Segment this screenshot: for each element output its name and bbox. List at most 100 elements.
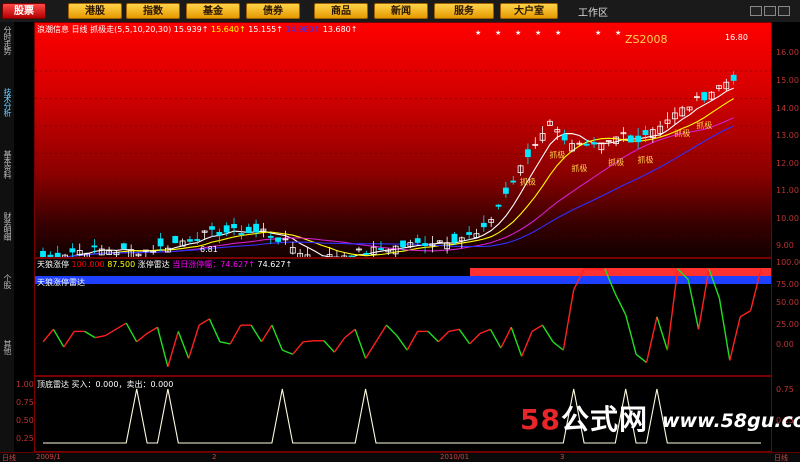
radar-segment (333, 337, 346, 353)
candle-body (238, 233, 245, 235)
left-axis-tick: 0.25 (16, 434, 34, 443)
candle-body (642, 130, 649, 136)
radar-segment (260, 324, 273, 343)
candle-body (120, 243, 127, 249)
limit-up-radar-panel[interactable]: 天狼涨停 100.000 87.500 涨停雷达 当日涨停幅：74.627↑ 7… (34, 258, 772, 376)
radar-segment (198, 318, 210, 326)
candle-body (561, 134, 568, 141)
star-marker: ★ (475, 29, 481, 37)
axis-tick: 16.00 (776, 48, 799, 57)
candle-body (591, 142, 597, 145)
radar-segment (344, 328, 356, 339)
radar-segment (146, 326, 158, 335)
radar-segment (437, 330, 450, 343)
candle-body (348, 255, 355, 257)
radar-segment (562, 289, 575, 351)
radar-segment (645, 316, 658, 363)
star-marker: ★ (495, 29, 501, 37)
tab-stock[interactable]: 个股 (0, 274, 14, 308)
axis-tick: 12.00 (776, 159, 799, 168)
candle-body (502, 187, 509, 194)
kline-panel[interactable]: 浪潮信息 日线 抓极走(5,5,10,20,30) 15.939↑ 15.640… (34, 22, 772, 258)
left-axis-tick: 1.00 (16, 380, 34, 389)
radar-segment (541, 324, 554, 343)
radar-segment (105, 328, 117, 337)
workspace-label[interactable]: 工作区 (578, 4, 608, 19)
close-icon[interactable] (778, 6, 790, 16)
candle-body (47, 254, 54, 257)
restore-icon[interactable] (764, 6, 776, 16)
tab-intraday[interactable]: 分时走势 (0, 26, 14, 82)
candlesticks (40, 71, 737, 257)
candle-body (378, 248, 384, 250)
radar-segment (271, 324, 283, 351)
candle-body (223, 225, 230, 233)
kline-gridlines (35, 70, 771, 237)
signal-label: 抓极 (608, 157, 624, 167)
candle-body (91, 245, 98, 248)
axis-tick: 13.00 (776, 131, 799, 140)
candle-body (480, 222, 487, 228)
radar-segment (42, 328, 54, 343)
radar-segment (156, 327, 169, 367)
signal-label: 抓极 (549, 149, 565, 159)
radar-segment (94, 334, 106, 339)
radar-segment (718, 298, 731, 361)
overlay-text: ZS2008 (625, 33, 668, 46)
radar-segment (729, 316, 741, 361)
watermark-logo: 58公式网 www.58gu.com (520, 398, 800, 448)
radar-segment (469, 332, 481, 345)
radar-segment (63, 331, 75, 348)
period-indicator-right[interactable]: 日线 (774, 453, 788, 462)
radar-segment (364, 341, 377, 359)
radar-segment (427, 330, 439, 343)
candle-body (400, 240, 406, 248)
period-indicator[interactable]: 日线 (2, 453, 16, 462)
toolbar-button-news[interactable]: 新闻 (374, 3, 428, 19)
star-marker: ★ (615, 29, 621, 37)
toolbar-button-vip-room[interactable]: 大户室 (500, 3, 558, 19)
candle-body (730, 74, 737, 81)
left-axis-tick: 0.50 (16, 416, 34, 425)
signal-label: 抓极 (674, 128, 690, 138)
axis-tick: 15.00 (776, 76, 799, 85)
radar-segment (406, 331, 419, 351)
date-tick: 2009/1 (36, 453, 61, 461)
axis-tick: 25.00 (776, 320, 799, 329)
sub1-header: 天狼涨停 100.000 87.500 涨停雷达 当日涨停幅：74.627↑ 7… (37, 259, 292, 270)
radar-segment (303, 340, 314, 343)
radar-segment (687, 279, 700, 330)
tab-profile[interactable]: 基本资料 (0, 150, 14, 206)
candle-body (495, 204, 502, 207)
tab-financial[interactable]: 财务明细 (0, 212, 14, 268)
radar-segment (510, 327, 523, 357)
candle-body (40, 250, 46, 257)
candle-body (510, 180, 517, 183)
toolbar-button-stocks[interactable]: 股票 (2, 3, 46, 19)
ma-line (62, 125, 734, 257)
radar-segment (531, 324, 543, 333)
watermark-number: 58 (520, 403, 561, 436)
radar-segment (177, 331, 190, 359)
blue-band (35, 276, 771, 284)
toolbar-button-index[interactable]: 指数 (126, 3, 180, 19)
sub1-value-d: 当日涨停幅：74.627↑ (172, 260, 255, 269)
axis-tick: 10.00 (776, 214, 799, 223)
candle-body (267, 235, 274, 238)
minimize-icon[interactable] (750, 6, 762, 16)
candle-body (216, 231, 223, 236)
tab-other[interactable]: 其他 (0, 340, 14, 374)
toolbar-button-hk[interactable]: 港股 (68, 3, 122, 19)
candle-body (194, 239, 201, 241)
toolbar-button-bond[interactable]: 债券 (246, 3, 300, 19)
radar-segment (323, 340, 335, 353)
limit-up-radar-chart (35, 268, 771, 367)
toolbar-button-service[interactable]: 服务 (434, 3, 494, 19)
toolbar-button-commodity[interactable]: 商品 (314, 3, 368, 19)
radar-segment (625, 314, 637, 355)
toolbar-button-fund[interactable]: 基金 (186, 3, 240, 19)
axis-tick: 9.00 (776, 241, 794, 250)
radar-segment (458, 328, 471, 345)
tab-technical[interactable]: 技术分析 (0, 88, 14, 144)
signal-label: 抓极 (637, 155, 653, 165)
